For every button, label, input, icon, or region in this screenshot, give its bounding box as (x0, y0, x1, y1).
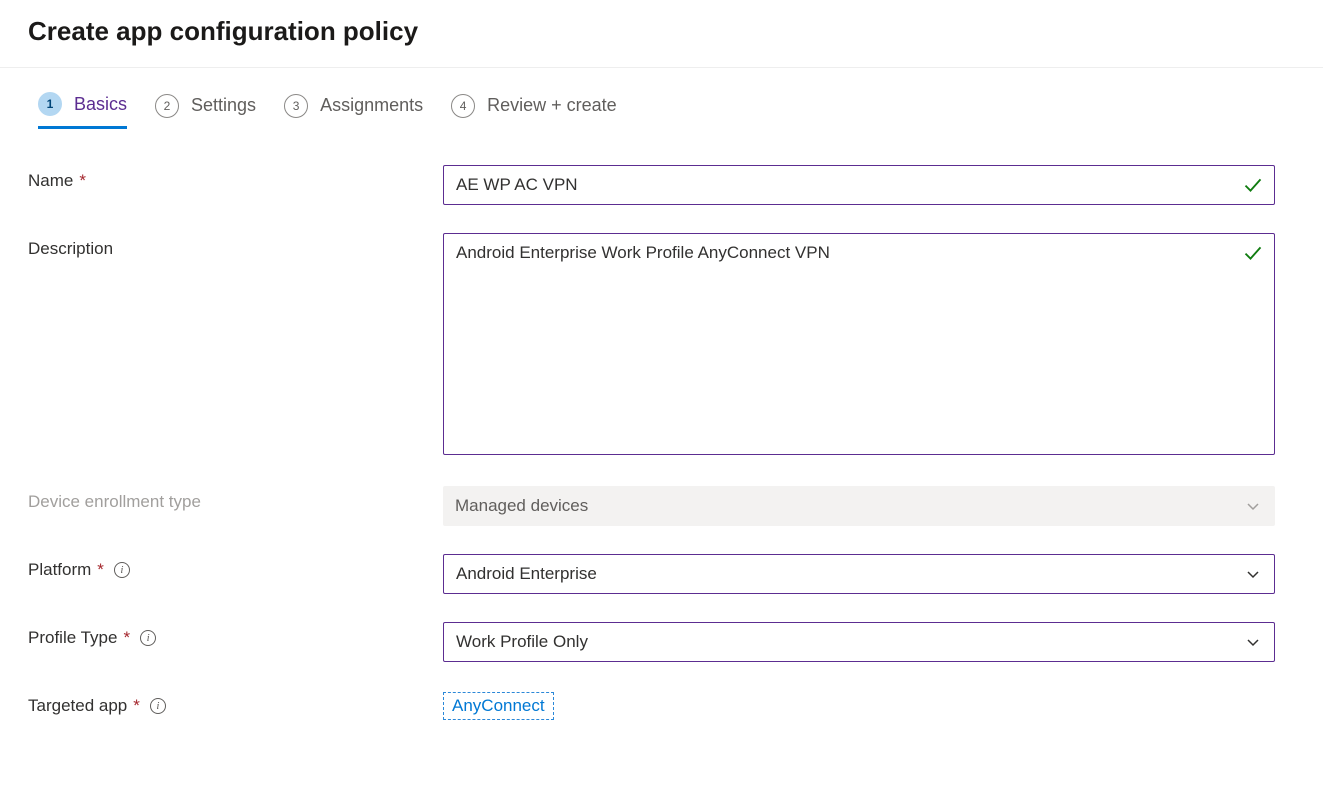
dropdown-value: Android Enterprise (456, 564, 597, 584)
row-name: Name * (28, 165, 1295, 205)
required-indicator: * (133, 696, 140, 716)
enrollment-type-dropdown: Managed devices (443, 486, 1275, 526)
dropdown-value: Work Profile Only (456, 632, 588, 652)
row-platform: Platform * i Android Enterprise (28, 554, 1295, 594)
tab-number: 4 (451, 94, 475, 118)
label-text: Platform (28, 560, 91, 580)
required-indicator: * (97, 560, 104, 580)
tab-settings[interactable]: 2 Settings (155, 94, 256, 128)
name-input[interactable] (443, 165, 1275, 205)
label-enrollment-type: Device enrollment type (28, 486, 443, 512)
page-content: 1 Basics 2 Settings 3 Assignments 4 Revi… (0, 68, 1323, 788)
tab-basics[interactable]: 1 Basics (38, 92, 127, 129)
row-enrollment-type: Device enrollment type Managed devices (28, 486, 1295, 526)
control-name (443, 165, 1275, 205)
targeted-app-chip[interactable]: AnyConnect (443, 692, 554, 720)
label-name: Name * (28, 165, 443, 191)
check-icon (1243, 243, 1263, 263)
tab-number: 1 (38, 92, 62, 116)
label-description: Description (28, 233, 443, 259)
tab-label: Assignments (320, 95, 423, 116)
tab-label: Settings (191, 95, 256, 116)
info-icon[interactable]: i (140, 630, 156, 646)
profile-type-dropdown[interactable]: Work Profile Only (443, 622, 1275, 662)
control-enrollment-type: Managed devices (443, 486, 1275, 526)
required-indicator: * (123, 628, 130, 648)
row-targeted-app: Targeted app * i AnyConnect (28, 690, 1295, 720)
label-text: Name (28, 171, 73, 191)
label-platform: Platform * i (28, 554, 443, 580)
label-text: Profile Type (28, 628, 117, 648)
row-description: Description (28, 233, 1295, 458)
tab-assignments[interactable]: 3 Assignments (284, 94, 423, 128)
tab-review-create[interactable]: 4 Review + create (451, 94, 617, 128)
label-profile-type: Profile Type * i (28, 622, 443, 648)
page-title: Create app configuration policy (28, 16, 1295, 47)
wizard-tabs: 1 Basics 2 Settings 3 Assignments 4 Revi… (38, 92, 1295, 129)
control-targeted-app: AnyConnect (443, 690, 1275, 720)
check-icon (1243, 175, 1263, 195)
tab-label: Basics (74, 94, 127, 115)
platform-dropdown[interactable]: Android Enterprise (443, 554, 1275, 594)
label-text: Targeted app (28, 696, 127, 716)
control-description (443, 233, 1275, 458)
control-platform: Android Enterprise (443, 554, 1275, 594)
info-icon[interactable]: i (114, 562, 130, 578)
required-indicator: * (79, 171, 86, 191)
label-text: Device enrollment type (28, 492, 201, 512)
tab-number: 2 (155, 94, 179, 118)
info-icon[interactable]: i (150, 698, 166, 714)
dropdown-value: Managed devices (455, 496, 588, 516)
page-header: Create app configuration policy (0, 0, 1323, 68)
label-text: Description (28, 239, 113, 259)
tab-number: 3 (284, 94, 308, 118)
tab-label: Review + create (487, 95, 617, 116)
description-input[interactable] (443, 233, 1275, 455)
label-targeted-app: Targeted app * i (28, 690, 443, 716)
control-profile-type: Work Profile Only (443, 622, 1275, 662)
row-profile-type: Profile Type * i Work Profile Only (28, 622, 1295, 662)
